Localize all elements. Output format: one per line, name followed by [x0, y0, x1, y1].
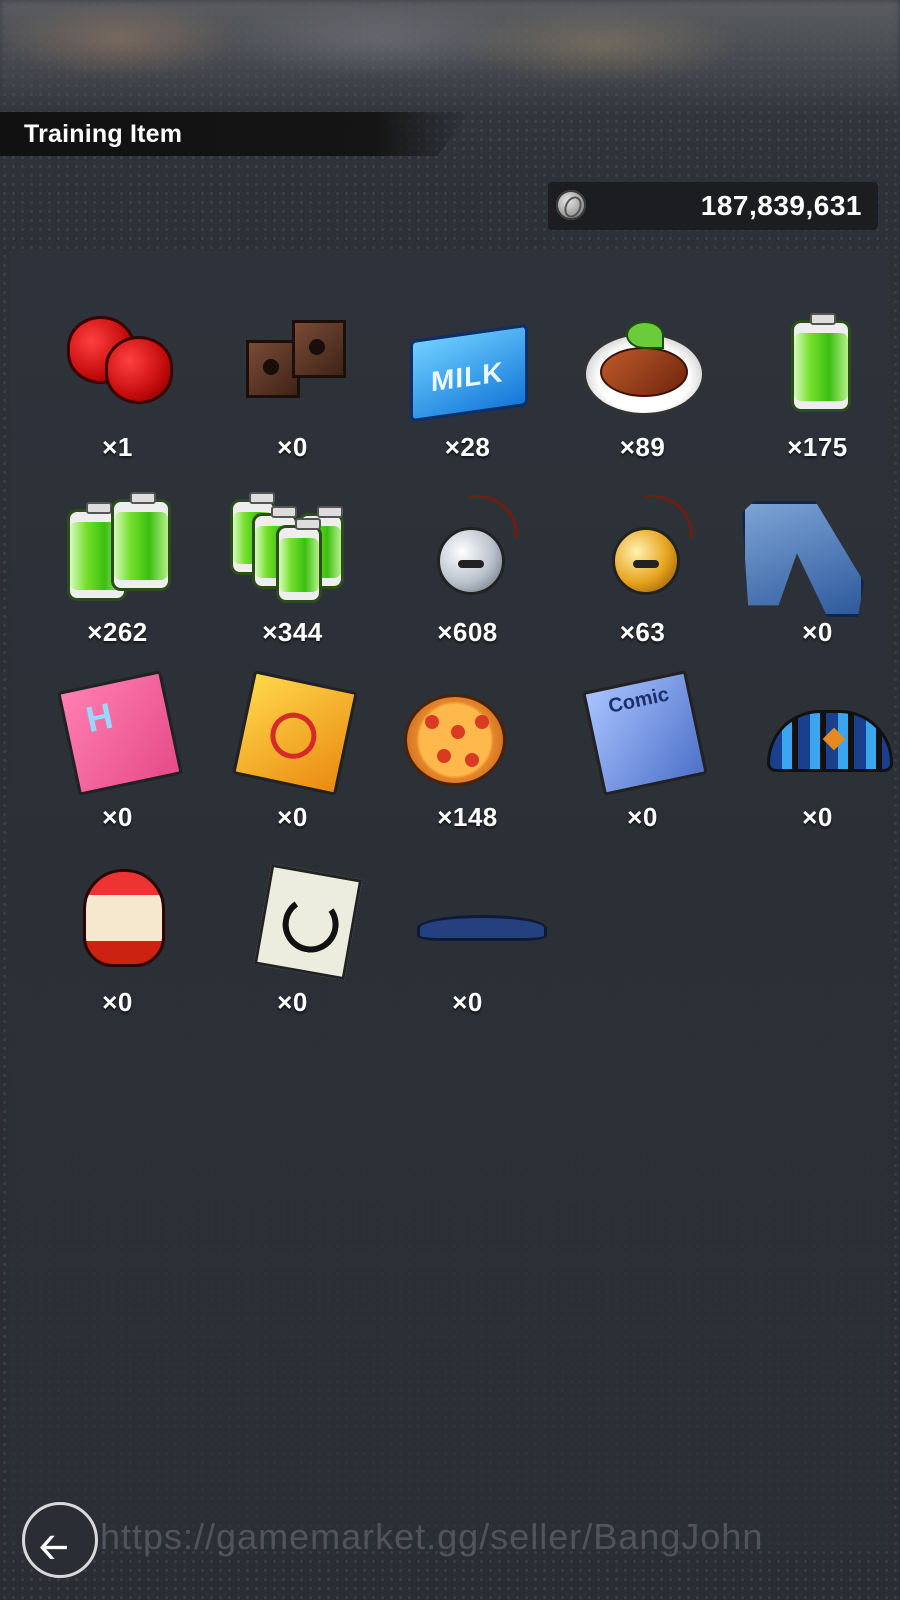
battery-cell: [111, 492, 171, 591]
item-count: ×0: [277, 987, 308, 1017]
jeans-icon: [742, 501, 864, 617]
battery-cell: [791, 313, 851, 412]
currency-value: 187,839,631: [700, 190, 862, 221]
item-grid: ×1 ×0 MILK ×28 ×89 ×175 ×262 ×344 ×608 ×…: [30, 310, 893, 1050]
item-pink-book[interactable]: ×0: [30, 670, 205, 865]
top-banner-background: [0, 0, 900, 110]
item-brick-weights[interactable]: ×0: [205, 310, 380, 495]
leaf-shape: [626, 321, 664, 349]
item-count: ×0: [277, 432, 308, 462]
item-milk[interactable]: MILK ×28: [380, 310, 555, 495]
watermark-text: https://gamemarket.gg/seller/BangJohn: [100, 1516, 764, 1557]
fish-dish-icon: [583, 321, 705, 416]
battery-icon: [767, 310, 867, 412]
item-count: ×175: [787, 432, 848, 462]
item-count: ×608: [437, 617, 498, 647]
item-count: ×0: [452, 987, 483, 1017]
item-count: ×344: [262, 617, 323, 647]
bell-body: [612, 527, 680, 595]
item-comic-book[interactable]: ×0: [555, 670, 730, 865]
card-shape: [253, 863, 363, 981]
item-battery-pack[interactable]: ×344: [205, 492, 380, 680]
bell-slot: [633, 560, 659, 568]
red-weights-icon: [67, 310, 173, 410]
item-count: ×0: [102, 802, 133, 832]
zeni-coin-icon: [556, 190, 586, 220]
headband-icon: [417, 865, 547, 965]
item-count: ×0: [802, 802, 833, 832]
symbol-card-icon: [242, 863, 363, 981]
item-yellow-book[interactable]: ×0: [205, 670, 380, 865]
item-double-battery[interactable]: ×262: [30, 492, 205, 680]
item-count: ×0: [802, 617, 833, 647]
item-silver-bell[interactable]: ×608: [380, 495, 555, 680]
item-count: ×262: [87, 617, 148, 647]
back-arrow-icon: 🡠: [39, 1526, 69, 1567]
item-count: ×28: [444, 432, 491, 462]
item-ramen-cup[interactable]: ×0: [30, 865, 205, 1050]
item-fish-dish[interactable]: ×89: [555, 310, 730, 495]
double-battery-icon: [67, 492, 171, 601]
battery-pack-icon: [230, 492, 344, 603]
item-battery[interactable]: ×175: [730, 310, 900, 495]
item-symbol-card[interactable]: ×0: [205, 863, 380, 1050]
pizza-icon: [404, 694, 506, 786]
silver-bell-icon: [417, 495, 518, 595]
item-count: ×0: [627, 802, 658, 832]
pink-book-icon: [57, 670, 183, 796]
band-shape: [767, 710, 893, 772]
page-title: Training Item: [24, 120, 183, 148]
ramen-cup-icon: [67, 865, 167, 967]
item-wristband[interactable]: ×0: [730, 680, 900, 865]
item-count: ×0: [277, 802, 308, 832]
milk-label: MILK: [431, 356, 504, 398]
item-count: ×89: [619, 432, 666, 462]
cup-shape: [83, 869, 165, 967]
item-count: ×1: [102, 432, 133, 462]
item-gold-bell[interactable]: ×63: [555, 495, 730, 680]
gold-bell-icon: [592, 495, 693, 595]
item-red-weights[interactable]: ×1: [30, 310, 205, 495]
wristband-icon: [767, 680, 893, 780]
item-count: ×63: [619, 617, 666, 647]
milk-carton-icon: MILK: [410, 323, 528, 423]
item-headband[interactable]: ×0: [380, 865, 555, 1050]
fish-shape: [600, 347, 688, 397]
bell-slot: [458, 560, 484, 568]
item-count: ×148: [437, 802, 498, 832]
yellow-book-icon: [232, 670, 358, 796]
headband-shape: [417, 915, 547, 941]
back-button[interactable]: 🡠: [22, 1502, 98, 1578]
item-count: ×0: [102, 987, 133, 1017]
item-jeans[interactable]: ×0: [730, 495, 900, 680]
item-pizza[interactable]: ×148: [380, 680, 555, 865]
bell-body: [437, 527, 505, 595]
battery-cell: [276, 518, 322, 603]
brick-weights-icon: [242, 310, 346, 410]
comic-book-icon: [582, 670, 708, 796]
